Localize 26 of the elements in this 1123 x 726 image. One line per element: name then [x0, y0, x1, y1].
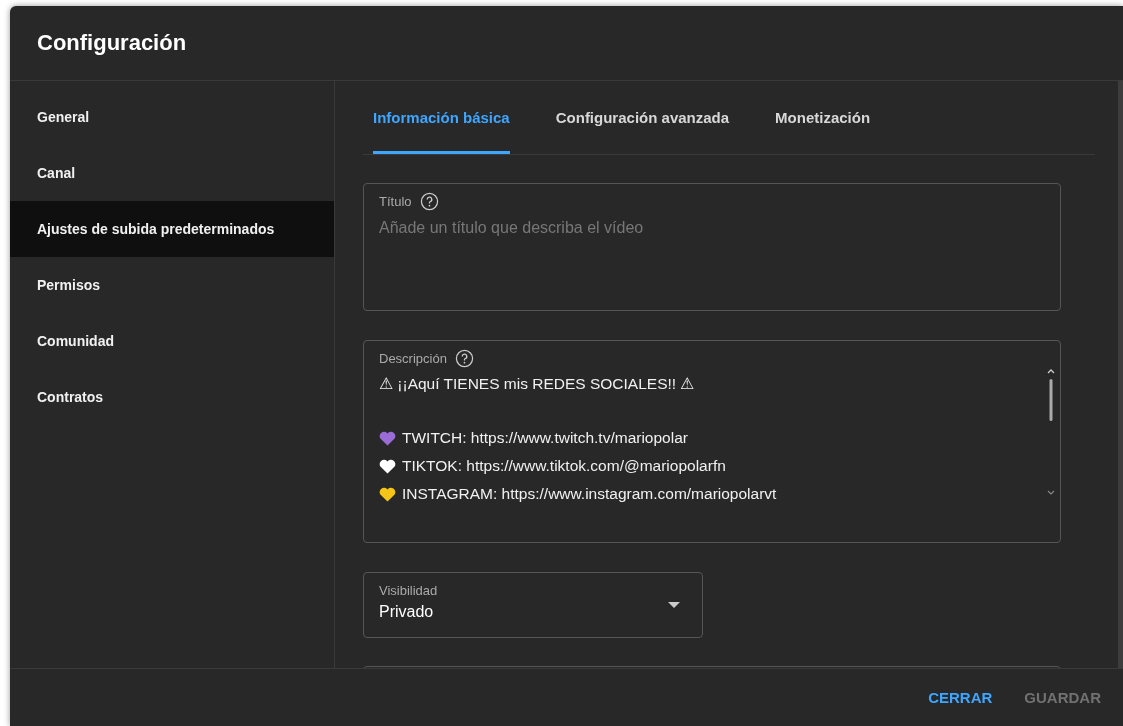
- tab[interactable]: Configuración avanzada: [555, 81, 730, 154]
- dialog-title: Configuración: [37, 30, 187, 56]
- field-label: Visibilidad: [379, 583, 438, 598]
- field-label: Título: [379, 194, 412, 209]
- visibility-dropdown[interactable]: Visibilidad Privado: [363, 572, 703, 638]
- footer-button[interactable]: CERRAR: [924, 681, 997, 714]
- sidebar-item[interactable]: Ajustes de subida predeterminados: [10, 201, 334, 257]
- placeholder-text: Añade un título que describa el vídeo: [379, 219, 644, 237]
- sidebar-item[interactable]: Contratos: [10, 369, 334, 425]
- description-line: INSTAGRAM: https://www.instagram.com/mariopolarvt: [402, 485, 777, 503]
- title-field[interactable]: Título Añade un título que describa el vídeo: [363, 183, 1061, 311]
- sidebar-item[interactable]: Comunidad: [10, 313, 334, 369]
- description-line: TWITCH: https://www.twitch.tv/mariopolar: [402, 429, 688, 447]
- description-line: TIKTOK: https://www.tiktok.com/@mariopolarfn: [402, 457, 726, 475]
- sidebar-item[interactable]: Permisos: [10, 257, 334, 313]
- sidebar-item[interactable]: Canal: [10, 145, 334, 201]
- dropdown-caret-icon: [668, 602, 680, 608]
- tab[interactable]: Monetización: [775, 81, 871, 154]
- description-line: ⚠ ¡¡Aquí TIENES mis REDES SOCIALES!! ⚠: [379, 375, 695, 393]
- help-icon[interactable]: [454, 349, 474, 368]
- description-field[interactable]: Descripción ⚠ ¡¡Aquí TIENES mis REDES SOCIALES!! ⚠ TWITCH: https://www.twitch.tv/mariopolar TIKTOK: https://www.tiktok.com/@mariopolarfn INSTAGRAM: https://www.instagram.com/mariopolarvt: [363, 340, 1061, 543]
- help-icon[interactable]: [419, 192, 439, 211]
- field-label: Descripción: [379, 351, 447, 366]
- sidebar-item[interactable]: General: [10, 89, 334, 145]
- dropdown-value: Privado: [379, 603, 434, 621]
- tab[interactable]: Información básica: [373, 81, 510, 154]
